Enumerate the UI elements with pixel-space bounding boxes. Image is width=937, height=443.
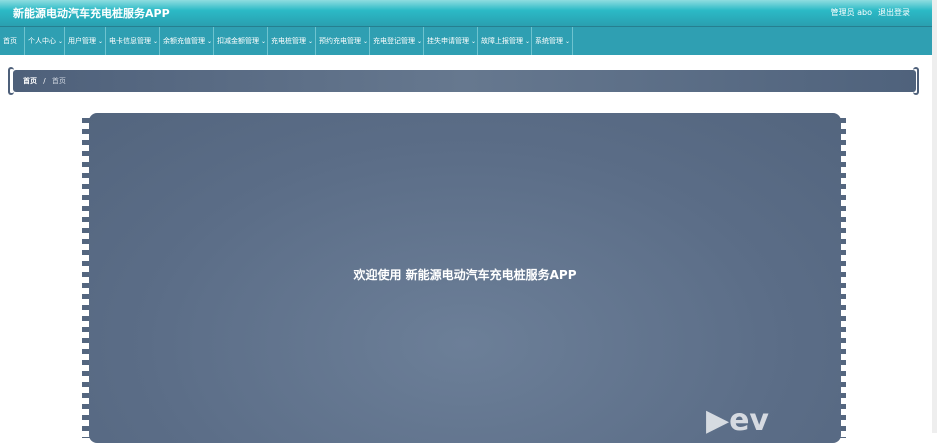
nav-item-label: 用户管理 [68, 37, 96, 45]
nav-item[interactable]: 首页 [0, 27, 25, 55]
nav-item[interactable]: 系统管理 ⌄ [532, 27, 573, 55]
nav-item[interactable]: 用户管理 ⌄ [65, 27, 106, 55]
nav-item[interactable]: 预约充电管理 ⌄ [316, 27, 370, 55]
nav-item[interactable]: 挂失申请管理 ⌄ [424, 27, 478, 55]
nav-item-label: 首页 [3, 37, 17, 45]
scrollbar[interactable] [932, 0, 937, 433]
nav-item[interactable]: 个人中心 ⌄ [25, 27, 65, 55]
logout-link[interactable]: 退出登录 [878, 7, 910, 18]
nav-item-label: 扣减金额管理 [217, 37, 259, 45]
nav-item[interactable]: 余额充值管理 ⌄ [160, 27, 214, 55]
chevron-down-icon: ⌄ [417, 38, 423, 45]
breadcrumb-home[interactable]: 首页 [23, 77, 37, 85]
nav-item[interactable]: 扣减金额管理 ⌄ [214, 27, 268, 55]
breadcrumb-current: 首页 [51, 77, 66, 85]
nav-item-label: 电卡信息管理 [109, 37, 151, 45]
nav-item[interactable]: 充电登记管理 ⌄ [370, 27, 424, 55]
nav-item-label: 预约充电管理 [319, 37, 361, 45]
main-nav: 首页 个人中心 ⌄ 用户管理 ⌄ 电卡信息管理 ⌄ 余额充值管理 ⌄ 扣减金额管理 ⌄ 充电桩管理 ⌄ 预… [0, 26, 932, 55]
nav-item-label: 充电登记管理 [373, 37, 415, 45]
nav-item-label: 余额充值管理 [163, 37, 205, 45]
app-title: 新能源电动汽车充电桩服务APP [13, 7, 170, 20]
breadcrumb: 首页 / 首页 [13, 70, 916, 92]
chevron-down-icon: ⌄ [261, 38, 267, 45]
chevron-down-icon: ⌄ [153, 38, 159, 45]
nav-item-label: 充电桩管理 [271, 37, 306, 45]
chevron-down-icon: ⌄ [58, 38, 64, 45]
nav-item[interactable]: 充电桩管理 ⌄ [268, 27, 316, 55]
nav-item-label: 挂失申请管理 [427, 37, 469, 45]
chevron-down-icon: ⌄ [565, 38, 571, 45]
chevron-down-icon: ⌄ [363, 38, 369, 45]
chevron-down-icon: ⌄ [471, 38, 477, 45]
welcome-card: 欢迎使用 新能源电动汽车充电桩服务APP [89, 113, 841, 443]
nav-item[interactable]: 故障上报管理 ⌄ [478, 27, 532, 55]
nav-item[interactable]: 电卡信息管理 ⌄ [106, 27, 160, 55]
nav-item-label: 系统管理 [535, 37, 563, 45]
breadcrumb-separator: / [43, 77, 46, 85]
welcome-text: 欢迎使用 新能源电动汽车充电桩服务APP [353, 268, 577, 282]
top-header: 新能源电动汽车充电桩服务APP 管理员 abo 退出登录 [0, 0, 932, 26]
chevron-down-icon: ⌄ [98, 38, 104, 45]
chevron-down-icon: ⌄ [207, 38, 213, 45]
chevron-down-icon: ⌄ [308, 38, 314, 45]
nav-item-label: 故障上报管理 [481, 37, 523, 45]
current-user: 管理员 abo [830, 8, 872, 17]
nav-item-label: 个人中心 [28, 37, 56, 45]
chevron-down-icon: ⌄ [525, 38, 531, 45]
